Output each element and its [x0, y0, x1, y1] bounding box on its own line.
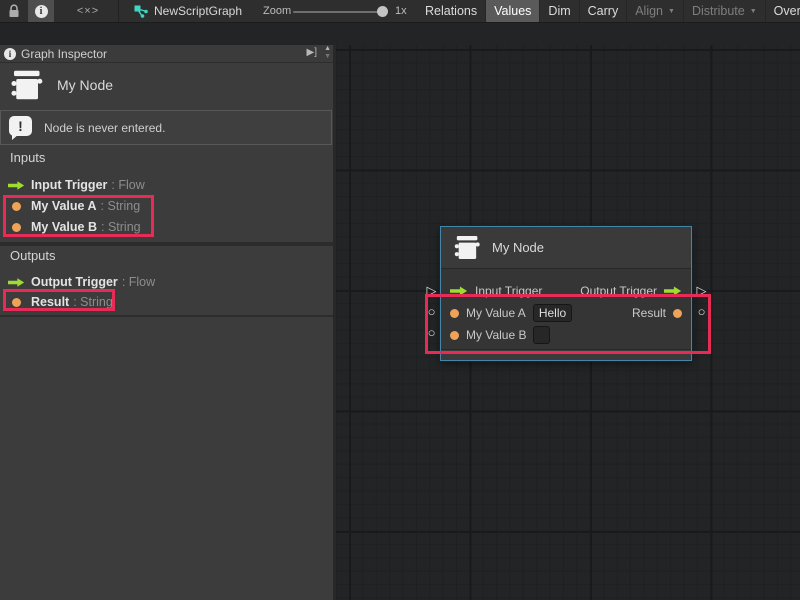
inspector-header: i Graph Inspector ▶] ▲ ▼	[0, 45, 333, 63]
inspected-node-header: My Node	[0, 63, 333, 107]
outputs-heading: Outputs	[10, 248, 56, 263]
panel-divider[interactable]	[333, 45, 336, 600]
graph-asset-button[interactable]: NewScriptGraph	[128, 0, 248, 22]
script-graph-asset-icon	[134, 5, 148, 18]
carry-button[interactable]: Carry	[579, 0, 627, 22]
section-divider	[0, 315, 333, 317]
warning-box: ! Node is never entered.	[0, 110, 332, 145]
graph-inspector-panel: i Graph Inspector ▶] ▲ ▼ My Node !	[0, 45, 333, 600]
unit-node-icon	[452, 233, 481, 262]
script-graph-window: Script Graph ⋮ ✕ i <×> NewSc	[0, 0, 800, 600]
inspected-node-title: My Node	[57, 77, 113, 93]
chevron-down-icon: ▼	[668, 8, 675, 15]
chevron-down-icon: ▼	[750, 8, 757, 15]
toolbar-button-group: Relations Values Dim Carry Align▼ Distri…	[417, 0, 800, 22]
inspector-title: Graph Inspector	[21, 47, 107, 61]
zoom-value: 1x	[395, 0, 407, 22]
spinner-down-icon: ▼	[324, 53, 331, 61]
relations-button[interactable]: Relations	[417, 0, 485, 22]
annotation-box-result	[3, 289, 115, 311]
node-title: My Node	[492, 240, 544, 255]
align-dropdown[interactable]: Align▼	[626, 0, 683, 22]
spinner-up-icon: ▲	[324, 45, 331, 53]
port-row-input-trigger: Input Trigger : Flow	[0, 175, 333, 195]
graph-asset-name: NewScriptGraph	[154, 4, 242, 18]
code-view-button[interactable]: <×>	[66, 0, 110, 22]
values-button[interactable]: Values	[485, 0, 539, 22]
warning-text: Node is never entered.	[44, 121, 165, 135]
overview-button[interactable]: Overview	[765, 0, 800, 22]
node-header[interactable]: My Node	[441, 227, 691, 269]
warning-icon: !	[7, 114, 34, 141]
inputs-heading: Inputs	[10, 150, 45, 165]
toolbar-separator	[118, 0, 119, 22]
panel-spinner[interactable]: ▲ ▼	[324, 45, 331, 61]
lock-icon	[8, 4, 20, 18]
toolbar: i <×> NewScriptGraph Zoom 1x Relations V…	[0, 0, 800, 23]
info-icon: i	[4, 48, 16, 60]
inspector-toggle-button[interactable]: i	[28, 0, 54, 22]
flow-port-icon	[8, 277, 25, 288]
zoom-label: Zoom	[263, 0, 291, 22]
zoom-slider[interactable]	[293, 11, 385, 13]
annotation-box-node-values	[425, 294, 711, 354]
lock-button[interactable]	[2, 0, 26, 22]
unit-node-icon	[8, 67, 44, 103]
zoom-slider-handle[interactable]	[377, 6, 388, 17]
flow-port-icon	[8, 180, 25, 191]
distribute-dropdown[interactable]: Distribute▼	[683, 0, 765, 22]
section-divider	[0, 242, 333, 246]
annotation-box-inputs	[3, 195, 154, 237]
dim-button[interactable]: Dim	[539, 0, 578, 22]
panel-collapse-icon[interactable]: ▶]	[307, 47, 317, 58]
info-icon: i	[35, 5, 48, 18]
